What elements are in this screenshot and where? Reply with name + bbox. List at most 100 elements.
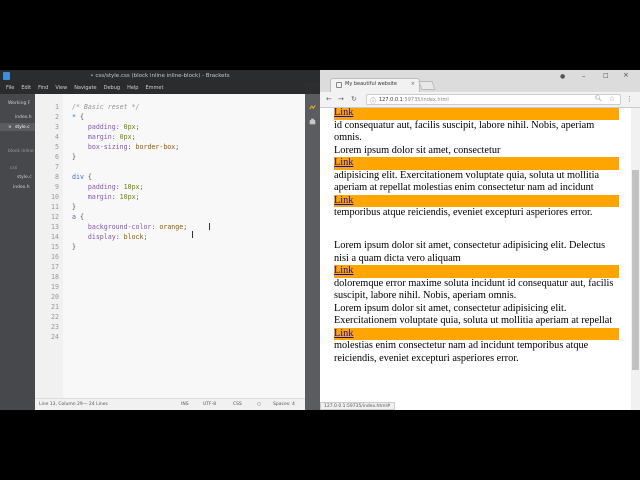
- line-number: 2: [55, 113, 59, 121]
- line-number: 6: [55, 153, 59, 161]
- project-name[interactable]: block inline: [8, 149, 34, 154]
- menu-emmet[interactable]: Emmet: [145, 85, 163, 91]
- menu-help[interactable]: Help: [127, 85, 138, 91]
- minimize-icon[interactable]: –: [582, 72, 586, 80]
- line-number: 8: [55, 173, 59, 181]
- code-brace: {: [75, 113, 84, 121]
- language-select[interactable]: CSS: [233, 402, 242, 407]
- chrome-toolbar: ← → ↻ ⓘ 127.0.0.1:59735/index.html 🔍︎ ☆ …: [320, 92, 640, 108]
- cursor-position[interactable]: Line 13, Column 29: [39, 402, 83, 407]
- menu-debug[interactable]: Debug: [104, 85, 120, 91]
- menu-view[interactable]: View: [55, 85, 67, 91]
- browser-tab[interactable]: My beautiful website ×: [330, 78, 420, 92]
- new-tab-button[interactable]: [418, 81, 436, 90]
- working-file-index[interactable]: index.h: [15, 115, 32, 120]
- live-preview-icon[interactable]: [309, 104, 316, 111]
- menu-edit[interactable]: Edit: [21, 85, 31, 91]
- site-info-icon[interactable]: ⓘ: [370, 96, 376, 105]
- line-number: 22: [51, 313, 59, 321]
- page-text: Lorem ipsum dolor sit amet, consectetur …: [334, 240, 606, 264]
- reload-icon[interactable]: ↻: [351, 95, 357, 103]
- encoding-select[interactable]: UTF-8: [203, 402, 216, 407]
- css-property: padding: [87, 183, 116, 191]
- css-property: background-color: [87, 223, 152, 231]
- line-number: 4: [55, 133, 59, 141]
- brackets-titlebar: • css/style.css (block inline inline-blo…: [0, 70, 320, 82]
- profile-icon[interactable]: ●: [560, 73, 565, 80]
- line-number: 5: [55, 143, 59, 151]
- zoom-icon[interactable]: 🔍︎: [595, 96, 602, 102]
- scrollbar-thumb[interactable]: [632, 170, 639, 370]
- brackets-window: • css/style.css (block inline inline-blo…: [0, 70, 320, 410]
- css-value: orange: [159, 223, 184, 231]
- code-line: margin: 0px;: [87, 133, 136, 141]
- url-text[interactable]: 127.0.0.1:59735/index.html: [379, 97, 449, 103]
- div-padding-gap: [334, 220, 619, 233]
- page-link[interactable]: Link: [334, 194, 619, 207]
- line-number: 14: [51, 233, 59, 241]
- code-line: /* Basic reset */: [72, 103, 140, 111]
- menu-find[interactable]: Find: [38, 85, 48, 91]
- line-number: 11: [51, 203, 59, 211]
- page-link[interactable]: Link: [334, 157, 619, 170]
- url-host: 127.0.0.1: [379, 97, 403, 103]
- working-file-style[interactable]: style.c: [15, 125, 30, 130]
- tree-file-style[interactable]: style.c: [17, 175, 32, 180]
- chrome-window: My beautiful website × ● – □ × ← → ↻ ⓘ 1…: [320, 70, 640, 410]
- css-value: 10px: [123, 183, 140, 191]
- window-close-icon[interactable]: ×: [623, 71, 629, 79]
- menu-file[interactable]: File: [6, 85, 14, 91]
- code-line: a {: [72, 213, 84, 221]
- page-link[interactable]: Link: [334, 108, 619, 120]
- page-link[interactable]: Link: [334, 265, 619, 278]
- page-text: Lorem ipsum dolor sit amet, consectetur …: [334, 302, 613, 327]
- line-number: 18: [51, 273, 59, 281]
- page-text: doloremque error maxime soluta incidunt …: [334, 277, 614, 302]
- tab-close-icon[interactable]: ×: [411, 81, 415, 87]
- close-file-icon[interactable]: ×: [8, 125, 12, 130]
- tree-file-index[interactable]: index.h: [13, 185, 30, 190]
- extension-manager-icon[interactable]: [309, 118, 316, 125]
- page-text: Lorem ipsum dolor sit amet, consectetur: [334, 144, 501, 156]
- page-text: id consequatur aut, facilis suscipit, la…: [334, 119, 595, 144]
- status-url-bubble: 127.0.0.1:59735/index.html#: [320, 402, 395, 410]
- indent-spaces[interactable]: Spaces: 4: [273, 402, 295, 407]
- line-number: 23: [51, 323, 59, 331]
- code-editor[interactable]: 1 2 3 4 5 6 7 8 9 10 11 12 13 14 15 16 1…: [35, 94, 305, 398]
- maximize-icon[interactable]: □: [603, 72, 609, 79]
- rendered-page: Link id consequatur aut, facilis suscipi…: [334, 108, 619, 365]
- code-comment: /* Basic reset */: [72, 103, 140, 111]
- code-line: div {: [72, 173, 92, 181]
- css-property: margin: [87, 193, 112, 201]
- line-number: 17: [51, 263, 59, 271]
- lint-status-icon[interactable]: ○: [257, 402, 261, 407]
- css-property: box-sizing: [87, 143, 128, 151]
- bookmark-star-icon[interactable]: ☆: [609, 95, 615, 103]
- line-number: 3: [55, 123, 59, 131]
- page-text: molestias enim consectetur nam ad incidu…: [334, 340, 589, 364]
- code-line: padding: 10px;: [87, 183, 144, 191]
- code-line: * {: [72, 113, 84, 121]
- brackets-right-toolbar: [305, 94, 320, 410]
- menu-navigate[interactable]: Navigate: [74, 85, 96, 91]
- page-scrollbar[interactable]: [631, 108, 640, 410]
- address-bar[interactable]: ⓘ 127.0.0.1:59735/index.html 🔍︎ ☆: [366, 94, 621, 105]
- css-value: 0px: [123, 123, 136, 131]
- code-brace: }: [72, 203, 76, 211]
- working-files-header[interactable]: Working F: [8, 101, 30, 106]
- code-brace: }: [72, 153, 76, 161]
- folder-css[interactable]: css: [10, 166, 17, 171]
- brackets-window-title: • css/style.css (block inline inline-blo…: [90, 73, 230, 79]
- forward-icon[interactable]: →: [338, 95, 344, 103]
- code-line: box-sizing: border-box;: [87, 143, 180, 151]
- editor-statusbar: Line 13, Column 29 — 24 Lines INS UTF-8 …: [35, 398, 305, 410]
- back-icon[interactable]: ←: [326, 95, 332, 103]
- chrome-menu-icon[interactable]: ⋮: [626, 95, 633, 103]
- line-number: 7: [55, 163, 59, 171]
- text-cursor: [209, 223, 210, 230]
- line-number: 1: [55, 103, 59, 111]
- page-viewport[interactable]: Link id consequatur aut, facilis suscipi…: [320, 108, 631, 402]
- line-number: 13: [51, 223, 59, 231]
- page-link[interactable]: Link: [334, 327, 619, 340]
- insert-mode[interactable]: INS: [181, 402, 189, 407]
